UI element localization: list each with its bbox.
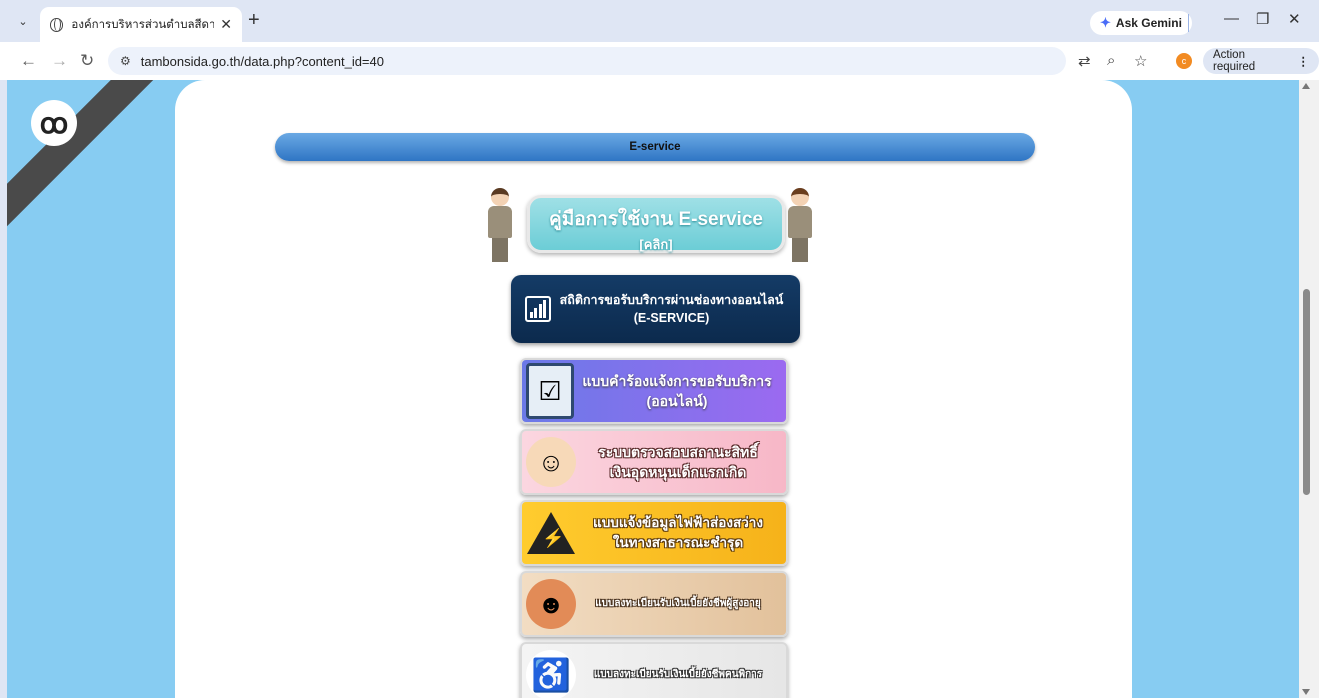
action-required-button[interactable]: Action required ⋮	[1203, 48, 1319, 74]
mourning-ribbon-band	[7, 80, 180, 238]
elderly-allowance-card[interactable]: ☻ แบบลงทะเบียนรับเงินเบี้ยยังชีพผู้สูงอา…	[520, 571, 788, 637]
scroll-down-arrow-icon[interactable]	[1302, 689, 1310, 695]
card-label: ระบบตรวจสอบสถานะสิทธิ์	[598, 444, 758, 460]
card-label: แบบคำร้องแจ้งการขอรับบริการ	[582, 373, 772, 389]
profile-avatar[interactable]: c	[1176, 53, 1192, 69]
eservice-stats-button[interactable]: สถิติการขอรับบริการผ่านช่องทางออนไลน์ (E…	[511, 275, 800, 343]
tab-search-chevron-icon[interactable]: ⌄	[12, 10, 34, 32]
gemini-sparkle-icon: ✦	[1100, 15, 1111, 30]
toolbar-divider	[1188, 14, 1189, 32]
female-officer-illustration-icon	[785, 188, 815, 264]
more-menu-icon[interactable]: ⋮	[1298, 54, 1310, 68]
elderly-icon: ☻	[526, 579, 576, 629]
mourning-ribbon-icon: ꝏ	[31, 100, 77, 146]
manual-banner[interactable]: คู่มือการใช้งาน E-service [คลิก]	[485, 188, 825, 264]
online-request-form-card[interactable]: ☑ แบบคำร้องแจ้งการขอรับบริการ (ออนไลน์)	[520, 358, 788, 424]
site-settings-icon[interactable]: ⚙	[120, 54, 131, 68]
card-sublabel: (ออนไลน์)	[646, 393, 708, 409]
browser-toolbar: ← → ↻ ⚙ tambonsida.go.th/data.php?conten…	[0, 42, 1319, 80]
active-tab[interactable]: องค์การบริหารส่วนตำบลสีดา อำเภอสีดา ✕	[40, 7, 242, 42]
tab-strip: ⌄ องค์การบริหารส่วนตำบลสีดา อำเภอสีดา ✕ …	[0, 0, 1319, 42]
restore-icon[interactable]: ❐	[1256, 10, 1269, 28]
url-text: tambonsida.go.th/data.php?content_id=40	[140, 53, 384, 69]
page-viewport: ꝏ E-service คู่มือการใช้งาน E-service [ค…	[7, 80, 1299, 698]
streetlight-report-card[interactable]: แบบแจ้งข้อมูลไฟฟ้าส่องสว่าง ในทางสาธารณะ…	[520, 500, 788, 566]
site-globe-icon	[50, 17, 64, 32]
reload-icon[interactable]: ↻	[80, 51, 94, 71]
tab-title: องค์การบริหารส่วนตำบลสีดา อำเภอสีดา	[71, 18, 215, 31]
manual-click-label: [คลิก]	[639, 237, 673, 252]
ask-gemini-label: Ask Gemini	[1115, 16, 1182, 30]
card-sublabel: เงินอุดหนุนเด็กแรกเกิด	[609, 464, 747, 480]
chart-growth-icon	[525, 296, 551, 322]
form-icon: ☑	[526, 363, 574, 419]
scrollbar-thumb[interactable]	[1303, 289, 1310, 495]
scroll-up-arrow-icon[interactable]	[1302, 83, 1310, 89]
card-label: แบบลงทะเบียนรับเงินเบี้ยยังชีพผู้สูงอายุ	[595, 598, 761, 609]
card-label: แบบแจ้งข้อมูลไฟฟ้าส่องสว่าง	[593, 515, 763, 530]
section-header-title: E-service	[629, 141, 681, 153]
stats-label-line1: สถิติการขอรับบริการผ่านช่องทางออนไลน์	[559, 293, 784, 307]
tab-close-icon[interactable]: ✕	[220, 16, 232, 33]
stats-label-line2: (E-SERVICE)	[633, 311, 710, 325]
male-officer-illustration-icon	[485, 188, 515, 264]
card-label: แบบลงทะเบียนรับเงินเบี้ยยังชีพคนพิการ	[593, 669, 763, 680]
main-content-panel: E-service คู่มือการใช้งาน E-service [คลิ…	[175, 80, 1132, 698]
minimize-icon[interactable]: —	[1224, 10, 1239, 27]
ask-gemini-button[interactable]: ✦ Ask Gemini	[1090, 11, 1192, 35]
zoom-icon[interactable]: ⌕	[1107, 52, 1115, 69]
address-bar[interactable]: ⚙ tambonsida.go.th/data.php?content_id=4…	[108, 47, 1066, 75]
bookmark-star-icon[interactable]: ☆	[1134, 52, 1147, 70]
section-header-bar: E-service	[275, 133, 1035, 161]
newborn-subsidy-check-card[interactable]: ☺ ระบบตรวจสอบสถานะสิทธิ์ เงินอุดหนุนเด็ก…	[520, 429, 788, 495]
forward-arrow-icon[interactable]: →	[51, 51, 68, 71]
back-arrow-icon[interactable]: ←	[20, 51, 37, 71]
disability-allowance-card[interactable]: ♿ แบบลงทะเบียนรับเงินเบี้ยยังชีพคนพิการ	[520, 642, 788, 698]
translate-icon[interactable]: ⇄	[1078, 52, 1091, 70]
manual-title: คู่มือการใช้งาน E-service	[549, 209, 763, 230]
window-close-icon[interactable]: ✕	[1288, 10, 1301, 28]
manual-link-button[interactable]: คู่มือการใช้งาน E-service [คลิก]	[527, 195, 785, 253]
card-sublabel: ในทางสาธารณะชำรุด	[612, 535, 744, 550]
vertical-scrollbar[interactable]	[1299, 80, 1319, 698]
new-tab-button[interactable]: +	[248, 9, 260, 32]
no-electricity-icon	[526, 508, 576, 558]
wheelchair-icon: ♿	[526, 650, 576, 698]
action-required-label: Action required	[1213, 49, 1256, 73]
baby-icon: ☺	[526, 437, 576, 487]
